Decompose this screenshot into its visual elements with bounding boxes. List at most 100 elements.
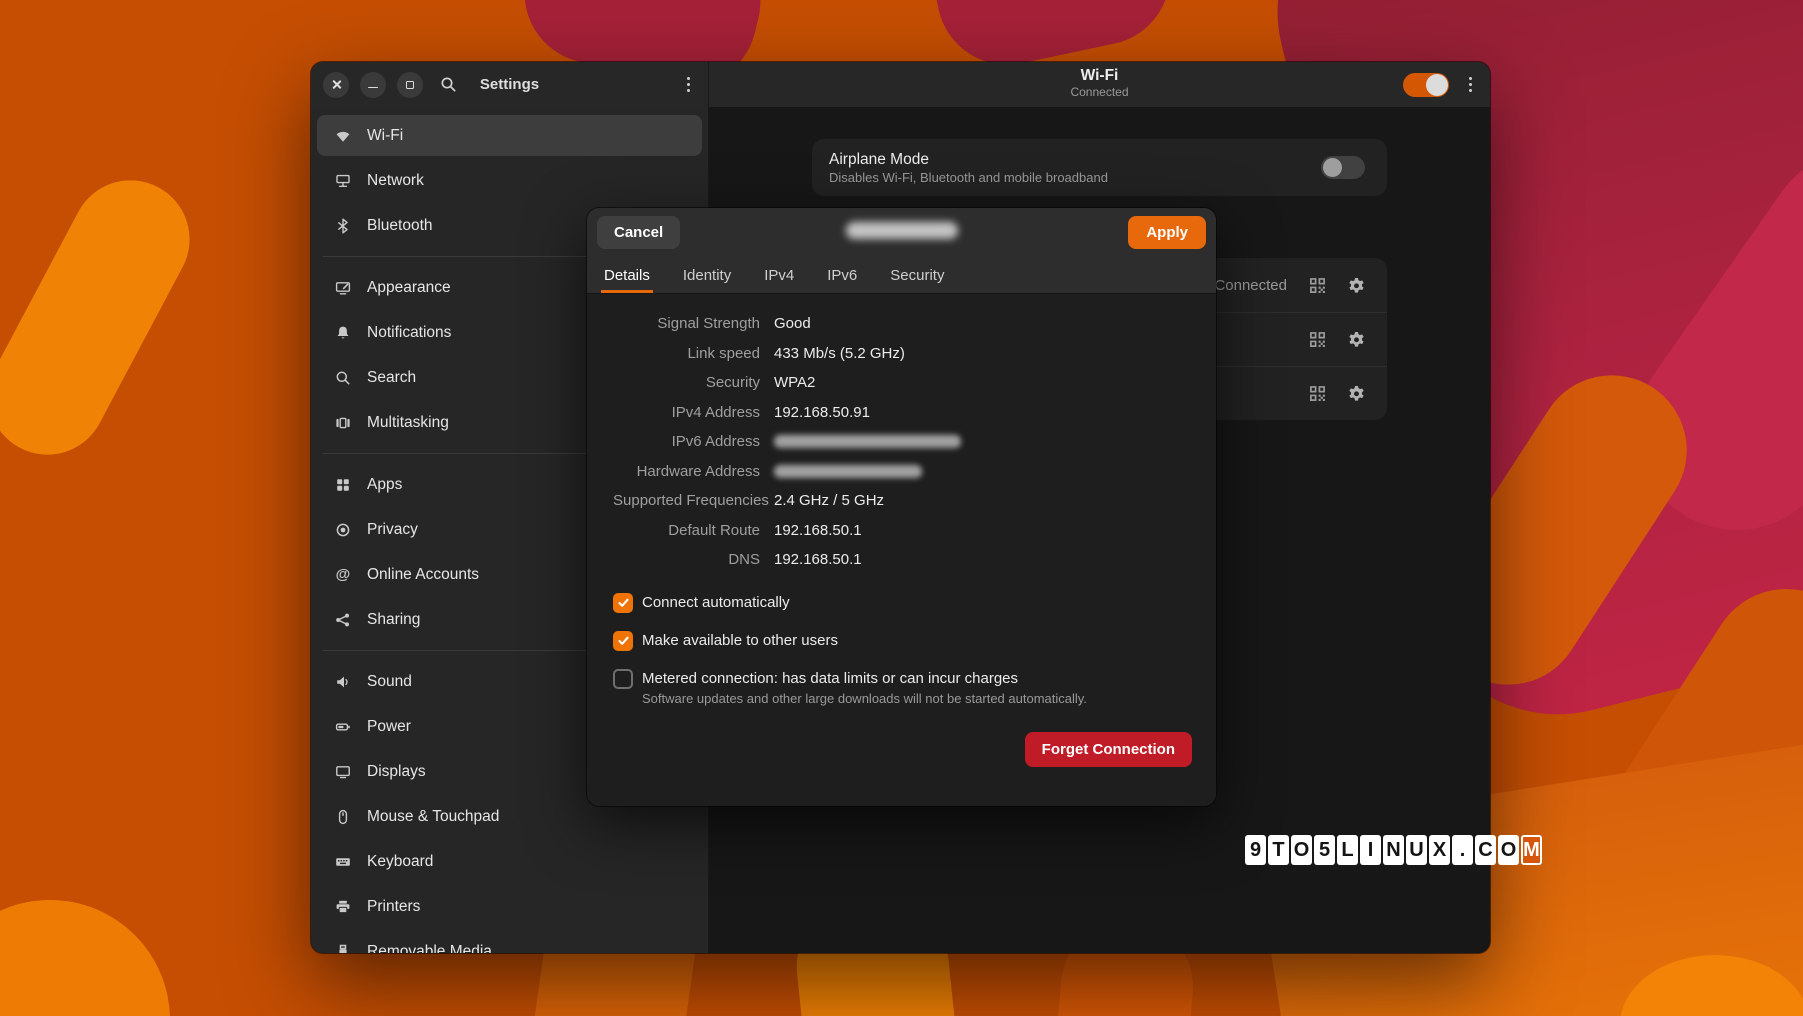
share-icon <box>335 612 351 628</box>
sidebar-item-network[interactable]: Network <box>317 160 702 201</box>
detail-value: 192.168.50.91 <box>774 404 1192 421</box>
usb-drive-icon <box>335 944 351 954</box>
app-grid-icon <box>335 477 351 493</box>
detail-label: Link speed <box>613 345 760 362</box>
sidebar-headerbar: Settings <box>311 62 708 107</box>
detail-label: IPv6 Address <box>613 433 760 450</box>
detail-label: Security <box>613 374 760 391</box>
kebab-icon <box>1469 77 1472 80</box>
qr-code-icon[interactable] <box>1309 331 1326 348</box>
watermark-tile: I <box>1360 835 1381 865</box>
network-icon <box>335 173 351 189</box>
checkbox-checked[interactable] <box>613 631 633 651</box>
minimize-button[interactable] <box>360 72 386 98</box>
watermark-tile: O <box>1498 835 1519 865</box>
detail-value-redacted <box>774 435 1192 448</box>
watermark-tile: N <box>1383 835 1404 865</box>
sidebar-item-keyboard[interactable]: Keyboard <box>317 841 702 882</box>
watermark-tile: X <box>1429 835 1450 865</box>
detail-label: Supported Frequencies <box>613 492 760 509</box>
connect-automatically-row[interactable]: Connect automatically <box>613 592 1192 613</box>
detail-value: 192.168.50.1 <box>774 551 1192 568</box>
airplane-mode-toggle[interactable] <box>1321 156 1365 179</box>
connection-details-dialog: Cancel Apply Details Identity IPv4 IPv6 … <box>587 208 1216 806</box>
tab-details[interactable]: Details <box>601 257 653 293</box>
multitasking-icon <box>335 415 351 431</box>
detail-value-redacted <box>774 465 1192 478</box>
wifi-icon <box>335 128 351 144</box>
sidebar-item-printers[interactable]: Printers <box>317 886 702 927</box>
detail-label: IPv4 Address <box>613 404 760 421</box>
watermark-tile: . <box>1452 835 1473 865</box>
qr-code-icon[interactable] <box>1309 385 1326 402</box>
maximize-button[interactable] <box>397 72 423 98</box>
maximize-icon <box>406 81 414 89</box>
dialog-title-redacted <box>846 222 958 239</box>
page-title: Wi-Fi Connected <box>709 67 1490 99</box>
search-icon <box>440 76 457 93</box>
detail-label: DNS <box>613 551 760 568</box>
sidebar-item-removable-media[interactable]: Removable Media <box>317 931 702 953</box>
connection-details-grid: Signal Strength Good Link speed 433 Mb/s… <box>613 315 1192 568</box>
redacted-value <box>774 465 922 478</box>
make-available-row[interactable]: Make available to other users <box>613 630 1192 651</box>
close-icon <box>331 79 342 90</box>
tab-ipv6[interactable]: IPv6 <box>824 257 860 293</box>
tab-ipv4[interactable]: IPv4 <box>761 257 797 293</box>
wallpaper-blob <box>0 900 170 1016</box>
watermark-tile: L <box>1337 835 1358 865</box>
monitor-icon <box>335 764 351 780</box>
at-sign-icon: @ <box>335 566 351 583</box>
dialog-headerbar: Cancel Apply <box>587 208 1216 257</box>
detail-value: 433 Mb/s (5.2 GHz) <box>774 345 1192 362</box>
metered-connection-row[interactable]: Metered connection: has data limits or c… <box>613 668 1192 707</box>
detail-label: Hardware Address <box>613 463 760 480</box>
wifi-menu-button[interactable] <box>1463 71 1478 98</box>
watermark-tile: C <box>1475 835 1496 865</box>
privacy-icon <box>335 522 351 538</box>
checkbox-unchecked[interactable] <box>613 669 633 689</box>
dialog-body: Signal Strength Good Link speed 433 Mb/s… <box>587 294 1216 767</box>
checkmark-icon <box>617 634 630 647</box>
detail-value: 2.4 GHz / 5 GHz <box>774 492 1192 509</box>
checkbox-checked[interactable] <box>613 593 633 613</box>
minimize-icon <box>368 87 378 89</box>
kebab-icon <box>687 77 690 80</box>
sidebar-menu-button[interactable] <box>681 71 696 98</box>
metered-subtitle: Software updates and other large downloa… <box>642 690 1087 707</box>
redacted-value <box>774 435 961 448</box>
apply-button[interactable]: Apply <box>1128 216 1206 249</box>
cancel-button[interactable]: Cancel <box>597 216 680 249</box>
detail-value: Good <box>774 315 1192 332</box>
tab-identity[interactable]: Identity <box>680 257 734 293</box>
watermark-tile: O <box>1291 835 1312 865</box>
gear-icon[interactable] <box>1348 331 1365 348</box>
forget-connection-button[interactable]: Forget Connection <box>1025 732 1192 767</box>
checkmark-icon <box>617 596 630 609</box>
close-button[interactable] <box>323 72 349 98</box>
battery-icon <box>335 719 351 735</box>
appearance-icon <box>335 280 351 296</box>
network-status: Connected <box>1214 277 1287 294</box>
detail-value: WPA2 <box>774 374 1192 391</box>
dialog-checkboxes: Connect automatically Make available to … <box>613 592 1192 707</box>
toggle-knob <box>1323 158 1342 177</box>
detail-label: Default Route <box>613 522 760 539</box>
gear-icon[interactable] <box>1348 385 1365 402</box>
watermark-tile: U <box>1406 835 1427 865</box>
connection-status: Connected <box>709 85 1490 99</box>
watermark-9to5linux: 9 T O 5 L I N U X . C O M <box>1245 835 1542 865</box>
main-headerbar: Wi-Fi Connected <box>709 62 1490 107</box>
airplane-mode-row: Airplane Mode Disables Wi-Fi, Bluetooth … <box>812 139 1387 196</box>
qr-code-icon[interactable] <box>1309 277 1326 294</box>
magnifier-icon <box>335 370 351 386</box>
sidebar-item-wifi[interactable]: Wi-Fi <box>317 115 702 156</box>
watermark-tile: 9 <box>1245 835 1266 865</box>
gear-icon[interactable] <box>1348 277 1365 294</box>
printer-icon <box>335 899 351 915</box>
wifi-toggle[interactable] <box>1403 73 1449 97</box>
keyboard-icon <box>335 854 351 870</box>
tab-security[interactable]: Security <box>887 257 947 293</box>
mouse-icon <box>335 809 351 825</box>
search-button[interactable] <box>440 76 457 93</box>
